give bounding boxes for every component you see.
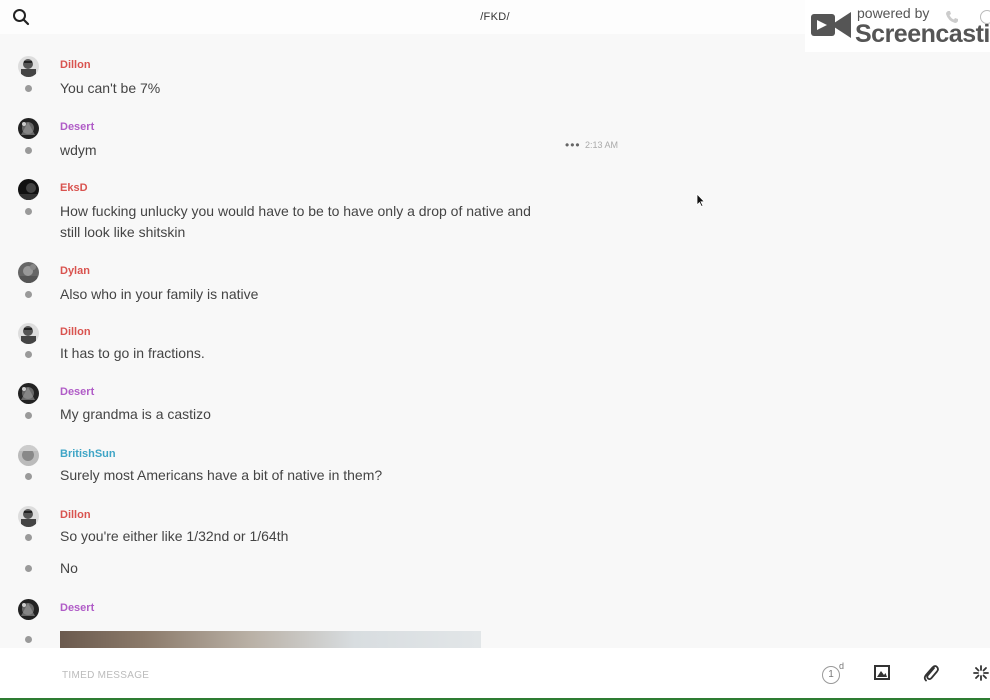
message-item: Desert wdym ••• 2:13 AM — [0, 118, 990, 178]
status-dot — [25, 147, 32, 154]
message-item: Dylan Also who in your family is native — [0, 262, 990, 322]
status-dot — [25, 565, 32, 572]
message-timer-button[interactable]: 1 d — [822, 661, 845, 684]
avatar[interactable] — [18, 118, 39, 139]
status-dot — [25, 291, 32, 298]
message-text: How fucking unlucky you would have to be… — [60, 203, 531, 240]
attachment-paperclip-icon[interactable] — [923, 664, 939, 682]
mouse-cursor-icon — [696, 193, 706, 207]
message-item: No — [0, 556, 990, 586]
message-composer: 1 d — [0, 648, 990, 698]
message-text: Also who in your family is native — [60, 286, 259, 302]
effects-sparkle-icon[interactable] — [973, 665, 989, 681]
status-dot — [25, 208, 32, 215]
message-text: It has to go in fractions. — [60, 345, 205, 361]
status-dot — [25, 351, 32, 358]
avatar[interactable] — [18, 445, 39, 466]
avatar[interactable] — [18, 383, 39, 404]
message-item: Dillon So you're either like 1/32nd or 1… — [0, 506, 990, 556]
message-timestamp: 2:13 AM — [585, 140, 619, 150]
message-item: EksD How fucking unlucky you would have … — [0, 179, 990, 259]
avatar[interactable] — [18, 56, 39, 77]
message-author[interactable]: Dillon — [60, 59, 91, 71]
message-text: No — [60, 560, 78, 576]
message-list: Dillon You can't be 7% Desert wdym ••• 2… — [0, 34, 990, 648]
message-author[interactable]: BritishSun — [60, 448, 116, 460]
status-dot — [25, 473, 32, 480]
status-dot — [25, 534, 32, 541]
message-text: You can't be 7% — [60, 80, 161, 96]
message-item: Dillon You can't be 7% — [0, 56, 990, 116]
message-options-button[interactable]: ••• — [565, 138, 581, 152]
message-item: BritishSun Surely most Americans have a … — [0, 445, 990, 505]
message-author[interactable]: EksD — [60, 182, 88, 194]
message-item: Desert My grandma is a castizo — [0, 383, 990, 443]
status-dot — [25, 412, 32, 419]
info-icon — [980, 10, 990, 24]
message-author[interactable]: Desert — [60, 602, 94, 614]
message-text: wdym — [60, 142, 97, 158]
avatar[interactable] — [18, 599, 39, 620]
timer-unit: d — [839, 661, 845, 671]
status-dot — [25, 85, 32, 92]
message-text: So you're either like 1/32nd or 1/64th — [60, 528, 289, 544]
watermark-powered-by: powered by — [857, 5, 930, 21]
avatar[interactable] — [18, 179, 39, 200]
message-image-attachment[interactable] — [60, 631, 481, 648]
message-author[interactable]: Dillon — [60, 326, 91, 338]
avatar[interactable] — [18, 323, 39, 344]
message-author[interactable]: Dillon — [60, 509, 91, 521]
message-author[interactable]: Desert — [60, 386, 94, 398]
message-author[interactable]: Dylan — [60, 265, 90, 277]
message-item: Dillon It has to go in fractions. — [0, 323, 990, 383]
message-text: Surely most Americans have a bit of nati… — [60, 467, 383, 483]
message-input[interactable] — [60, 664, 764, 686]
phone-icon — [946, 11, 958, 23]
status-dot — [25, 636, 32, 643]
image-upload-icon[interactable] — [874, 665, 890, 680]
avatar[interactable] — [18, 506, 39, 527]
avatar[interactable] — [18, 262, 39, 283]
message-author[interactable]: Desert — [60, 121, 94, 133]
timer-value: 1 — [822, 666, 840, 684]
message-text: My grandma is a castizo — [60, 406, 211, 422]
